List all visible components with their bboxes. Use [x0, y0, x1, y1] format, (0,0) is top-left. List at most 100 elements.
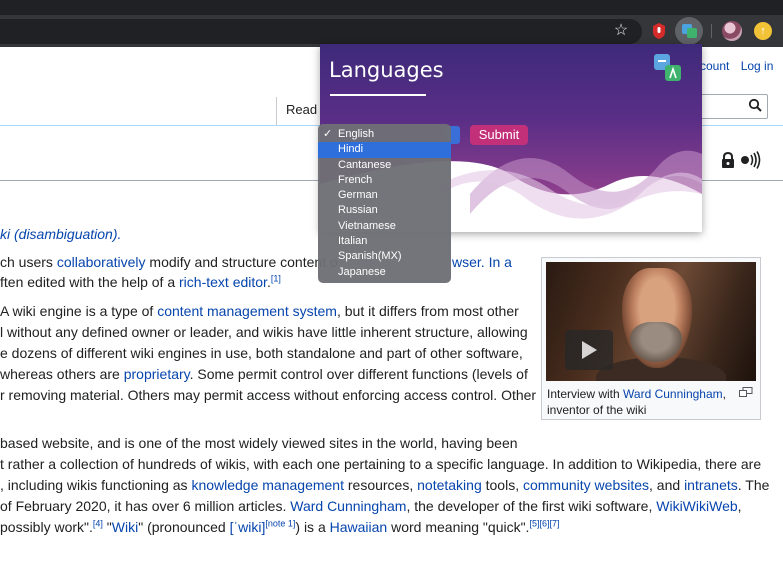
text: tools, [481, 477, 523, 493]
para1-line1-tail: wser. In a [452, 253, 512, 271]
language-option[interactable]: French [318, 173, 451, 188]
para3-line2: t rather a collection of hundreds of wik… [0, 456, 762, 472]
hatnote: ki (disambiguation). [0, 225, 121, 243]
checkmark-icon: ✓ [323, 128, 333, 140]
browser-link[interactable]: wser. In a [452, 254, 512, 270]
ext-translate-icon[interactable] [675, 17, 703, 45]
listen-icon[interactable] [740, 151, 762, 169]
popup-title-underline [330, 94, 426, 96]
language-dropdown[interactable]: ✓ English Hindi Cantanese French German Russia… [318, 124, 451, 283]
submit-button[interactable]: Submit [470, 125, 528, 145]
video-still[interactable] [546, 262, 756, 381]
knowledge-management-link[interactable]: knowledge management [191, 477, 344, 493]
language-option[interactable]: German [318, 188, 451, 203]
enlarge-icon[interactable] [739, 387, 753, 397]
text: ch users [0, 254, 57, 270]
language-option[interactable]: Cantanese [318, 158, 451, 173]
language-option[interactable]: Japanese [318, 265, 451, 280]
para3-line5: possibly work".[4] "Wiki" (pronounced [ˈ… [0, 518, 559, 536]
caption-ward-link[interactable]: Ward Cunningham [623, 387, 723, 401]
language-option-label: Vietnamese [338, 219, 396, 232]
para3-line1: based website, and is one of the most wi… [0, 435, 518, 451]
language-option-label: Spanish(MX) [338, 250, 402, 263]
hawaiian-link[interactable]: Hawaiian [330, 519, 388, 535]
text: " (pronounced [138, 519, 230, 535]
collaboratively-link[interactable]: collaboratively [57, 254, 146, 270]
para2-line5: r removing material. Others may permit a… [0, 387, 537, 403]
para2-line3: e dozens of different wiki engines in us… [0, 345, 523, 361]
text: possibly work". [0, 519, 93, 535]
text: modify and structure content o [145, 254, 338, 270]
video-person-beard [630, 322, 682, 362]
language-option[interactable]: Hindi [318, 142, 451, 158]
para2-line4: whereas others are proprietary. Some per… [0, 365, 528, 383]
profile-avatar[interactable] [722, 21, 742, 41]
text: whereas others are [0, 366, 124, 382]
ipa-link[interactable]: [ˈwiki] [230, 519, 266, 535]
para2-line1: A wiki engine is a type of content manag… [0, 302, 519, 320]
search-icon[interactable] [748, 98, 762, 112]
tab-read[interactable]: Read [276, 97, 320, 125]
ext-red-hand-icon[interactable] [651, 22, 667, 40]
translate-logo-icon [654, 54, 681, 81]
text: , including wikis functioning as [0, 477, 192, 493]
language-option-label: Cantanese [338, 158, 392, 171]
language-option-label: Italian [338, 235, 368, 248]
language-option-label: Russian [338, 204, 378, 217]
language-option[interactable]: Vietnamese [318, 219, 451, 234]
text: of February 2020, it has over 6 million … [0, 498, 291, 514]
wiki-link[interactable]: Wiki [112, 519, 138, 535]
text: inventor of the wiki [547, 403, 647, 417]
video-thumbnail: Interview with Ward Cunningham, inventor… [541, 257, 761, 420]
lock-icon[interactable] [721, 152, 735, 169]
language-option-label: Hindi [338, 143, 364, 156]
text: Interview with [547, 387, 624, 401]
text: ften edited with the help of a [0, 274, 180, 290]
text: ) is a [295, 519, 330, 535]
disambiguation-link[interactable]: ki (disambiguation). [0, 226, 121, 242]
language-option[interactable]: ✓ English [318, 127, 451, 142]
community-websites-link[interactable]: community websites [523, 477, 649, 493]
proprietary-link[interactable]: proprietary [124, 366, 190, 382]
text: . Some permit control over different fun… [189, 366, 528, 382]
notetaking-link[interactable]: notetaking [417, 477, 482, 493]
text: A wiki engine is a type of [0, 303, 158, 319]
text: , [722, 387, 726, 401]
ref-5-6-7[interactable]: [5][6][7] [529, 518, 559, 528]
text: word meaning "quick". [387, 519, 530, 535]
cms-link[interactable]: content management system [157, 303, 337, 319]
popup-title: Languages [329, 58, 444, 82]
para3-line4: of February 2020, it has over 6 million … [0, 497, 742, 515]
language-option-label: English [338, 128, 375, 140]
text: , the developer of the first wiki softwa… [406, 498, 657, 514]
language-option[interactable]: Italian [318, 234, 451, 249]
text: " [102, 519, 112, 535]
address-bar[interactable] [0, 19, 642, 44]
ref-4[interactable]: [4] [93, 518, 103, 528]
language-option-label: French [338, 173, 373, 186]
text: , and [649, 477, 685, 493]
language-option-label: Japanese [338, 265, 386, 278]
intranets-link[interactable]: intranets [684, 477, 738, 493]
para2-line2: l without any defined owner or leader, a… [0, 324, 528, 340]
log-in-link[interactable]: Log in [741, 59, 774, 73]
rich-text-editor-link[interactable]: rich-text editor [179, 274, 267, 290]
para3-line3: , including wikis functioning as knowled… [0, 476, 769, 494]
text: , [737, 498, 742, 514]
wikiwikiweb-link[interactable]: WikiWikiWeb [656, 498, 737, 514]
ward-cunningham-link[interactable]: Ward Cunningham [290, 498, 406, 514]
thumbnail-caption: Interview with Ward Cunningham, inventor… [547, 386, 727, 418]
text: , but it differs from most other [336, 303, 519, 319]
language-option[interactable]: Spanish(MX) [318, 249, 451, 264]
toolbar-divider [711, 24, 712, 38]
note-1[interactable]: [note 1] [265, 518, 295, 528]
update-icon[interactable]: ↑ [754, 22, 772, 40]
tab-strip [0, 0, 783, 15]
star-icon[interactable]: ☆ [611, 21, 631, 41]
language-option[interactable]: Russian [318, 203, 451, 218]
ref-1[interactable]: [1] [271, 273, 281, 283]
create-account-link[interactable]: count [700, 59, 729, 73]
play-button[interactable] [565, 330, 613, 370]
play-icon [582, 341, 597, 359]
text: . The [737, 477, 770, 493]
